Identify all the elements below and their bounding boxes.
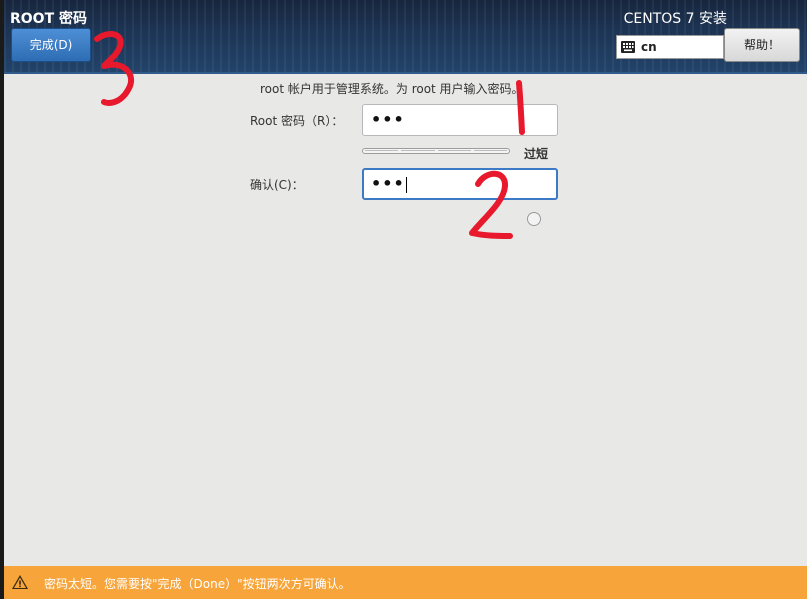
- page-title: ROOT 密码: [10, 11, 88, 27]
- strength-segment: [437, 149, 471, 153]
- done-button[interactable]: 完成(D): [11, 28, 91, 62]
- strength-segment: [365, 149, 399, 153]
- text-cursor: [405, 176, 407, 193]
- root-description: root 帐户用于管理系统。为 root 用户输入密码。: [260, 82, 524, 96]
- warning-message: 密码太短。您需要按"完成（Done）"按钮两次方可确认。: [44, 577, 351, 591]
- password-match-indicator: [527, 212, 541, 226]
- keyboard-icon: [621, 41, 635, 53]
- root-password-label: Root 密码（R）：: [250, 114, 344, 128]
- warning-icon: [12, 575, 28, 589]
- window-frame: [0, 0, 4, 599]
- strength-segment: [401, 149, 435, 153]
- header-bar: ROOT 密码 完成(D) CENTOS 7 安装 cn 帮助！: [4, 0, 807, 74]
- strength-segment: [473, 149, 507, 153]
- root-password-input[interactable]: •••: [362, 104, 558, 136]
- password-strength-label: 过短: [524, 147, 549, 161]
- confirm-password-label: 确认(C)：: [250, 178, 304, 192]
- keyboard-layout-indicator[interactable]: cn: [616, 35, 724, 59]
- warning-bar[interactable]: 密码太短。您需要按"完成（Done）"按钮两次方可确认。: [4, 566, 807, 599]
- product-title: CENTOS 7 安装: [623, 11, 727, 27]
- confirm-password-input[interactable]: •••: [362, 168, 558, 200]
- root-password-value: •••: [371, 110, 405, 129]
- help-button[interactable]: 帮助！: [724, 28, 800, 62]
- confirm-password-value: •••: [371, 174, 405, 193]
- keyboard-layout-label: cn: [641, 40, 657, 54]
- password-strength-meter: [362, 148, 510, 154]
